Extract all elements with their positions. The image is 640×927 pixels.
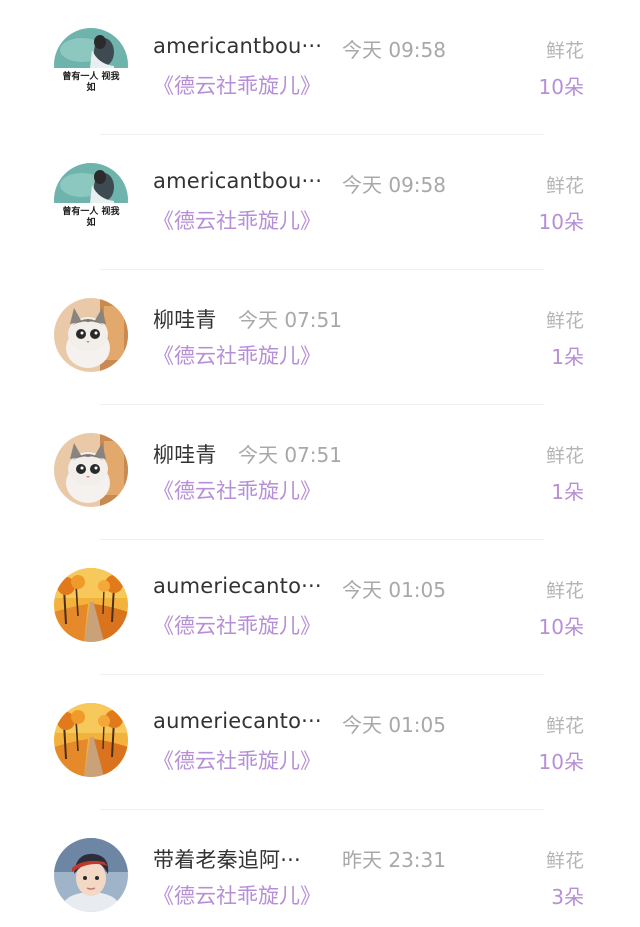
gift-count: 10朵	[538, 750, 584, 774]
username[interactable]: aumeriecanto···	[153, 574, 322, 598]
timestamp: 今天 07:51	[238, 308, 342, 332]
list-item[interactable]: aumeriecanto··· 今天 01:05 《德云社乖旋儿》 鲜花 10朵	[0, 540, 640, 675]
gift-count: 3朵	[551, 885, 584, 909]
username[interactable]: 带着老秦追阿···	[153, 844, 301, 874]
timestamp: 今天 01:05	[342, 713, 446, 737]
timestamp: 今天 09:58	[342, 173, 446, 197]
work-title[interactable]: 《德云社乖旋儿》	[153, 475, 321, 505]
autumn-road-avatar[interactable]	[54, 568, 128, 642]
work-title[interactable]: 《德云社乖旋儿》	[153, 880, 321, 910]
ink-painting-avatar[interactable]: 曾有一人 视我如	[54, 163, 128, 237]
username[interactable]: americantbou···	[153, 34, 322, 58]
work-title[interactable]: 《德云社乖旋儿》	[153, 745, 321, 775]
work-title[interactable]: 《德云社乖旋儿》	[153, 70, 321, 100]
avatar-caption: 曾有一人 视我如	[62, 207, 120, 228]
list-item[interactable]: 曾有一人 视我如 americantbou··· 今天 09:58 《德云社乖旋…	[0, 0, 640, 135]
username[interactable]: americantbou···	[153, 169, 322, 193]
gift-count: 1朵	[551, 345, 584, 369]
gift-type: 鲜花	[545, 175, 584, 197]
username[interactable]: 柳哇青	[153, 304, 217, 334]
gift-type: 鲜花	[545, 580, 584, 602]
timestamp: 今天 07:51	[238, 443, 342, 467]
gift-record-list: 曾有一人 视我如 americantbou··· 今天 09:58 《德云社乖旋…	[0, 0, 640, 927]
cat-avatar[interactable]	[54, 298, 128, 372]
gift-type: 鲜花	[545, 445, 584, 467]
person-avatar[interactable]	[54, 838, 128, 912]
gift-type: 鲜花	[545, 850, 584, 872]
list-item[interactable]: 曾有一人 视我如 americantbou··· 今天 09:58 《德云社乖旋…	[0, 135, 640, 270]
list-item[interactable]: aumeriecanto··· 今天 01:05 《德云社乖旋儿》 鲜花 10朵	[0, 675, 640, 810]
work-title[interactable]: 《德云社乖旋儿》	[153, 340, 321, 370]
list-item[interactable]: 带着老秦追阿··· 昨天 23:31 《德云社乖旋儿》 鲜花 3朵	[0, 810, 640, 927]
avatar-caption: 曾有一人 视我如	[62, 72, 120, 93]
gift-type: 鲜花	[545, 715, 584, 737]
work-title[interactable]: 《德云社乖旋儿》	[153, 205, 321, 235]
cat-avatar[interactable]	[54, 433, 128, 507]
username[interactable]: 柳哇青	[153, 439, 217, 469]
timestamp: 今天 01:05	[342, 578, 446, 602]
autumn-road-avatar[interactable]	[54, 703, 128, 777]
timestamp: 今天 09:58	[342, 38, 446, 62]
username[interactable]: aumeriecanto···	[153, 709, 322, 733]
gift-type: 鲜花	[545, 310, 584, 332]
work-title[interactable]: 《德云社乖旋儿》	[153, 610, 321, 640]
list-item[interactable]: 柳哇青 今天 07:51 《德云社乖旋儿》 鲜花 1朵	[0, 405, 640, 540]
gift-count: 10朵	[538, 210, 584, 234]
ink-painting-avatar[interactable]: 曾有一人 视我如	[54, 28, 128, 102]
gift-count: 1朵	[551, 480, 584, 504]
gift-count: 10朵	[538, 615, 584, 639]
list-item[interactable]: 柳哇青 今天 07:51 《德云社乖旋儿》 鲜花 1朵	[0, 270, 640, 405]
gift-count: 10朵	[538, 75, 584, 99]
gift-type: 鲜花	[545, 40, 584, 62]
timestamp: 昨天 23:31	[342, 848, 446, 872]
